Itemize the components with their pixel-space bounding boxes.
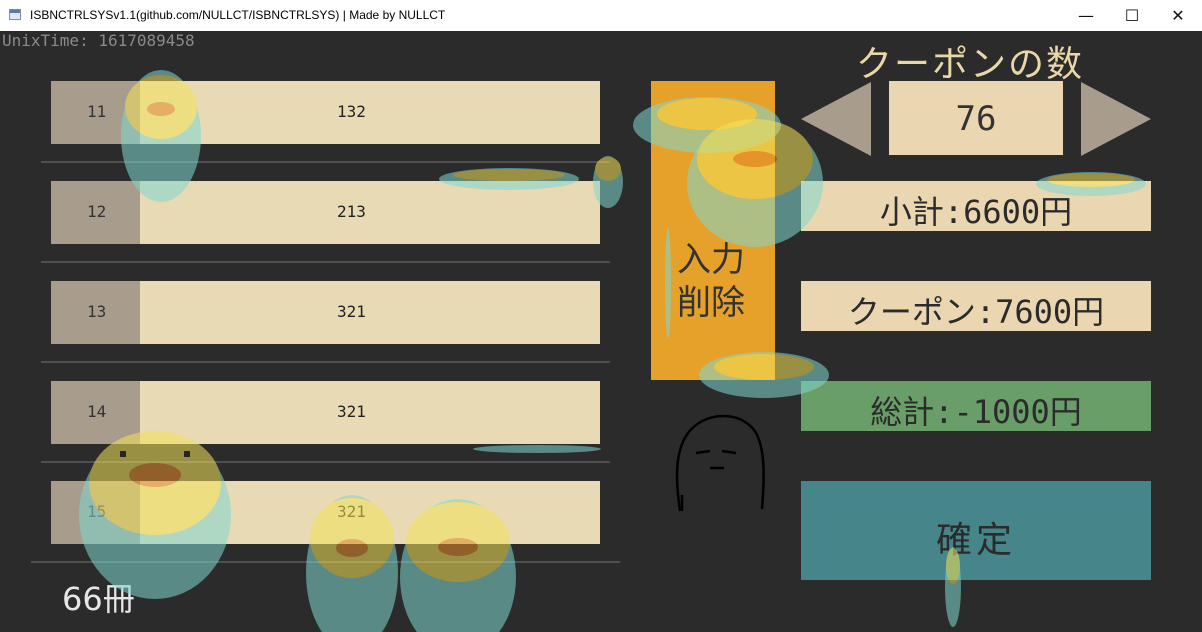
maximize-button[interactable]: ☐ — [1109, 0, 1155, 31]
isbn-row[interactable]: 14 321 — [51, 381, 600, 444]
row-divider — [41, 361, 610, 363]
coupon-amount-text: クーポン:7600円 — [847, 293, 1105, 331]
row-value: 213 — [337, 202, 366, 221]
coupon-amount-box: クーポン:7600円 — [801, 281, 1151, 331]
subtotal-text: 小計:6600円 — [879, 193, 1073, 231]
triangle-left-icon[interactable] — [801, 82, 871, 156]
input-delete-button[interactable]: 入力 削除 — [651, 81, 775, 380]
row-divider — [41, 161, 610, 163]
close-button[interactable]: ✕ — [1155, 0, 1201, 31]
title-bar: ISBNCTRLSYSv1.1(github.com/NULLCT/ISBNCT… — [0, 0, 1202, 32]
subtotal-box: 小計:6600円 — [801, 181, 1151, 231]
minimize-button[interactable]: — — [1063, 0, 1109, 31]
isbn-row[interactable]: 12 213 — [51, 181, 600, 244]
coupon-count-title: クーポンの数 — [856, 44, 1085, 85]
row-value: 132 — [337, 102, 366, 121]
unix-time: UnixTime: 1617089458 — [2, 31, 195, 50]
row-divider — [41, 461, 610, 463]
app-icon — [9, 9, 21, 20]
app-canvas: UnixTime: 1617089458 11 132 12 213 13 32… — [0, 31, 1202, 632]
window-title: ISBNCTRLSYSv1.1(github.com/NULLCT/ISBNCT… — [30, 8, 446, 22]
isbn-row[interactable]: 15 321 — [51, 481, 600, 544]
row-index: 13 — [87, 302, 107, 321]
book-count: 66冊 — [62, 580, 135, 618]
isbn-row[interactable]: 11 132 — [51, 81, 600, 144]
input-delete-label: 入力 削除 — [677, 240, 745, 323]
bird-mascot-sticker-icon — [473, 445, 601, 453]
isbn-row[interactable]: 13 321 — [51, 281, 600, 344]
total-text: 総計:-1000円 — [870, 393, 1082, 431]
row-value: 321 — [337, 502, 366, 521]
coupon-count-value: 76 — [955, 99, 997, 139]
row-index: 14 — [87, 402, 107, 421]
total-box: 総計:-1000円 — [801, 381, 1151, 431]
confirm-label: 確定 — [935, 520, 1016, 561]
coupon-count-display: 76 — [889, 81, 1063, 155]
row-index: 15 — [87, 502, 107, 521]
triangle-right-icon[interactable] — [1081, 82, 1151, 156]
row-index: 12 — [87, 202, 107, 221]
row-value: 321 — [337, 302, 366, 321]
character-icon — [675, 414, 765, 512]
row-divider — [41, 261, 610, 263]
confirm-button[interactable]: 確定 — [801, 481, 1151, 580]
row-value: 321 — [337, 402, 366, 421]
row-index: 11 — [87, 102, 107, 121]
row-divider — [31, 561, 620, 563]
